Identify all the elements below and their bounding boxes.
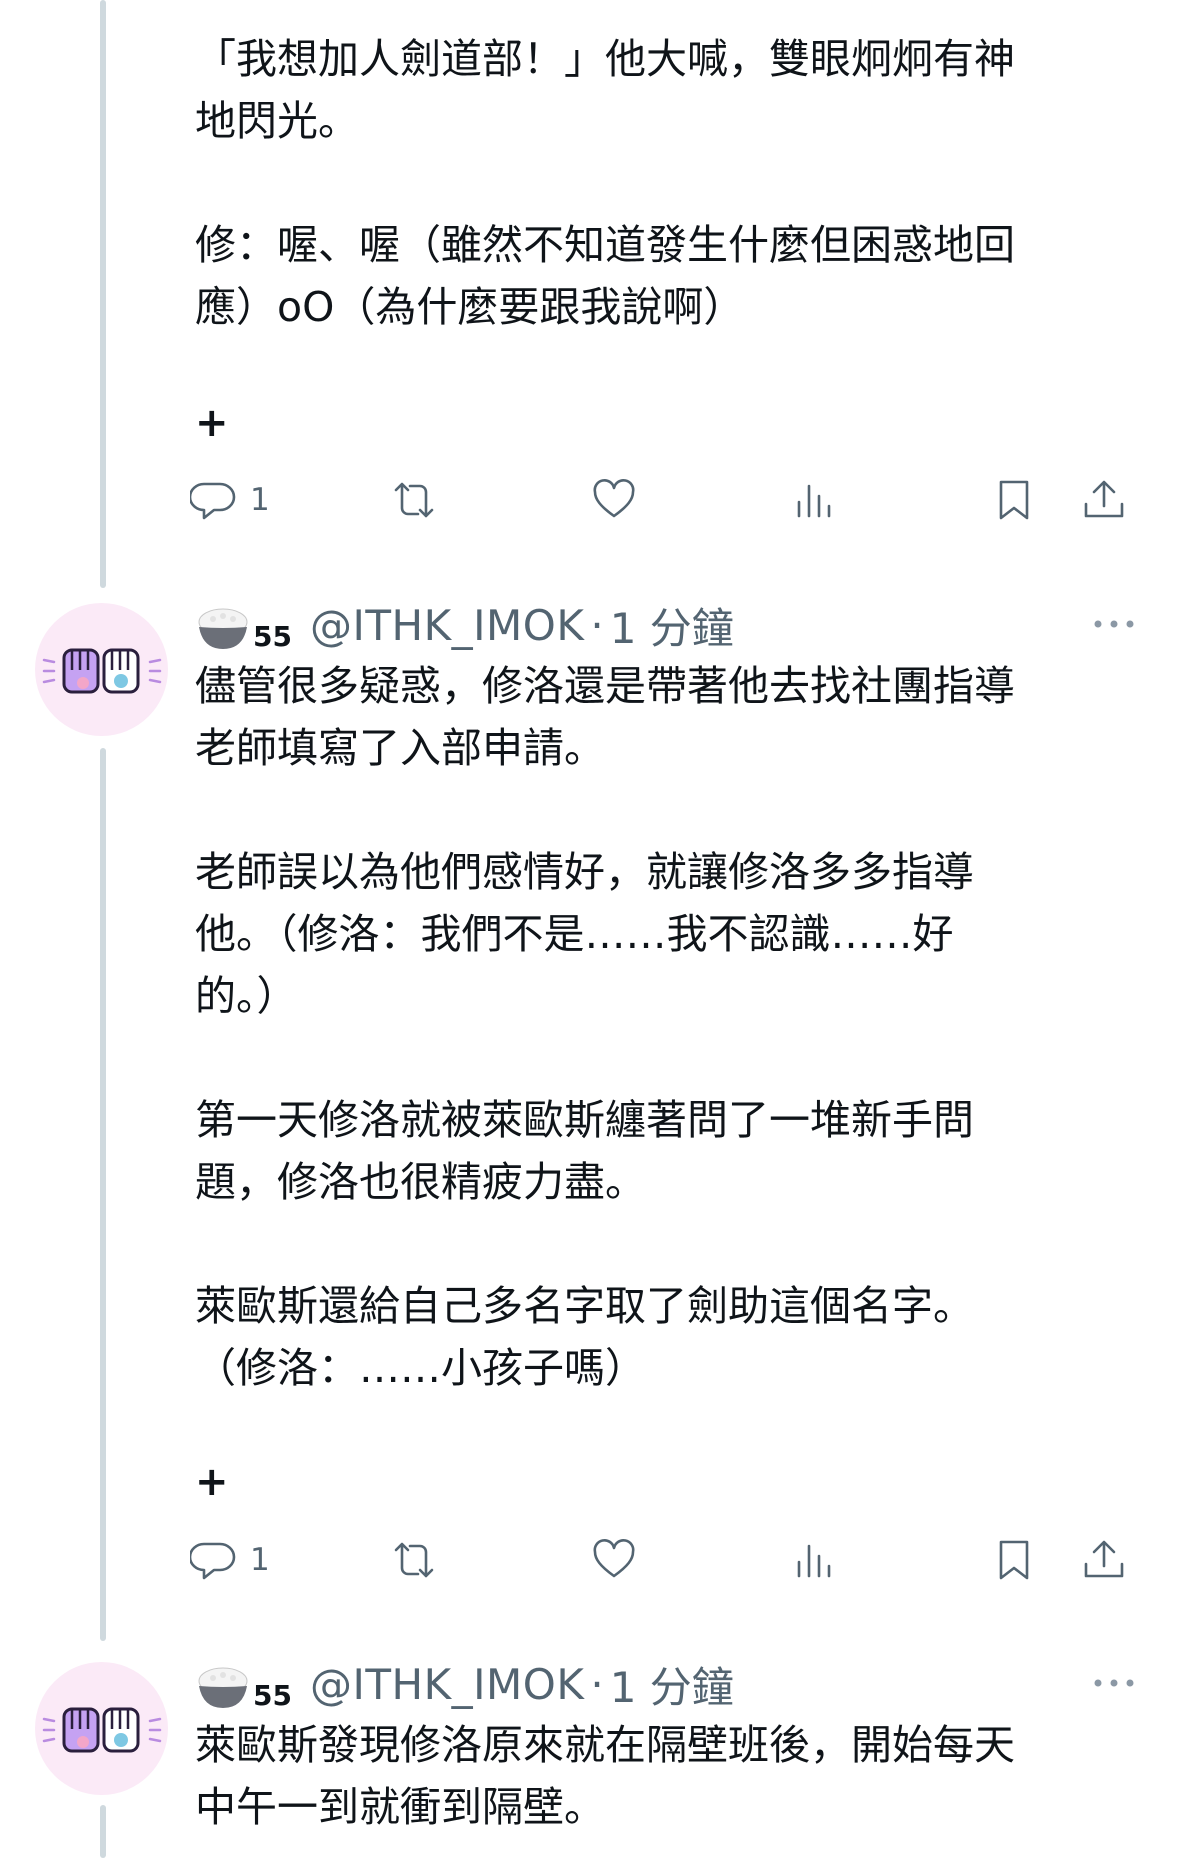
heart-icon	[593, 1539, 635, 1578]
repost-icon	[394, 1542, 434, 1578]
rice-bowl-icon	[198, 1667, 248, 1708]
heart-icon	[593, 479, 635, 518]
avatar-hands-icon	[42, 1707, 161, 1752]
reply-button[interactable]: 1	[190, 470, 270, 530]
reply-button[interactable]: 1	[190, 1530, 270, 1590]
thread-line	[100, 748, 106, 1641]
user-handle[interactable]: @ITHK_IMOK	[310, 1660, 584, 1709]
share-icon	[1084, 1540, 1124, 1578]
analytics-icon	[797, 484, 831, 518]
avatar[interactable]	[35, 603, 168, 736]
reply-icon	[190, 482, 236, 520]
avatar-hands-icon	[42, 648, 161, 693]
views-button[interactable]	[790, 1530, 838, 1590]
post-actions: 1	[190, 1530, 1150, 1590]
more-options-icon[interactable]	[1090, 1673, 1138, 1693]
share-icon	[1084, 480, 1124, 518]
post-actions: 1	[190, 470, 1150, 530]
post-time[interactable]: 1 分鐘	[610, 1654, 734, 1715]
reply-count: 1	[250, 1542, 270, 1578]
expand-plus[interactable]: +	[195, 1459, 229, 1505]
bookmark-icon	[999, 1540, 1029, 1580]
like-button[interactable]	[590, 1530, 638, 1590]
like-button[interactable]	[590, 470, 638, 530]
bookmark-icon	[999, 480, 1029, 520]
post-text: 萊歐斯發現修洛原來就在隔壁班後，開始每天 中午一到就衝到隔壁。	[195, 1721, 1015, 1831]
post-text: 「我想加人劍道部！」他大喊，雙眼炯炯有神 地閃光。 修：喔、喔（雖然不知道發生什…	[195, 35, 1015, 331]
share-button[interactable]	[1080, 470, 1128, 530]
thread-line	[100, 1805, 106, 1858]
analytics-icon	[797, 1544, 831, 1578]
avatar[interactable]	[35, 1662, 168, 1795]
thread-line	[100, 0, 106, 588]
user-handle[interactable]: @ITHK_IMOK	[310, 601, 584, 650]
display-name[interactable]: 55	[253, 1679, 292, 1712]
rice-bowl-icon	[198, 608, 248, 649]
expand-plus[interactable]: +	[195, 400, 229, 446]
separator-dot: ·	[590, 600, 604, 650]
post-header: 55 @ITHK_IMOK · 1 分鐘	[195, 1654, 734, 1714]
reply-icon	[190, 1542, 236, 1580]
repost-button[interactable]	[390, 1530, 438, 1590]
bookmark-button[interactable]	[990, 470, 1038, 530]
post-text: 儘管很多疑惑，修洛還是帶著他去找社團指導 老師填寫了入部申請。 老師誤以為他們感…	[195, 662, 1015, 1392]
more-options-icon[interactable]	[1090, 614, 1138, 634]
repost-icon	[394, 482, 434, 518]
post-header: 55 @ITHK_IMOK · 1 分鐘	[195, 595, 734, 655]
separator-dot: ·	[590, 1659, 604, 1709]
share-button[interactable]	[1080, 1530, 1128, 1590]
post-time[interactable]: 1 分鐘	[610, 595, 734, 656]
bookmark-button[interactable]	[990, 1530, 1038, 1590]
views-button[interactable]	[790, 470, 838, 530]
repost-button[interactable]	[390, 470, 438, 530]
display-name[interactable]: 55	[253, 620, 292, 653]
reply-count: 1	[250, 482, 270, 518]
